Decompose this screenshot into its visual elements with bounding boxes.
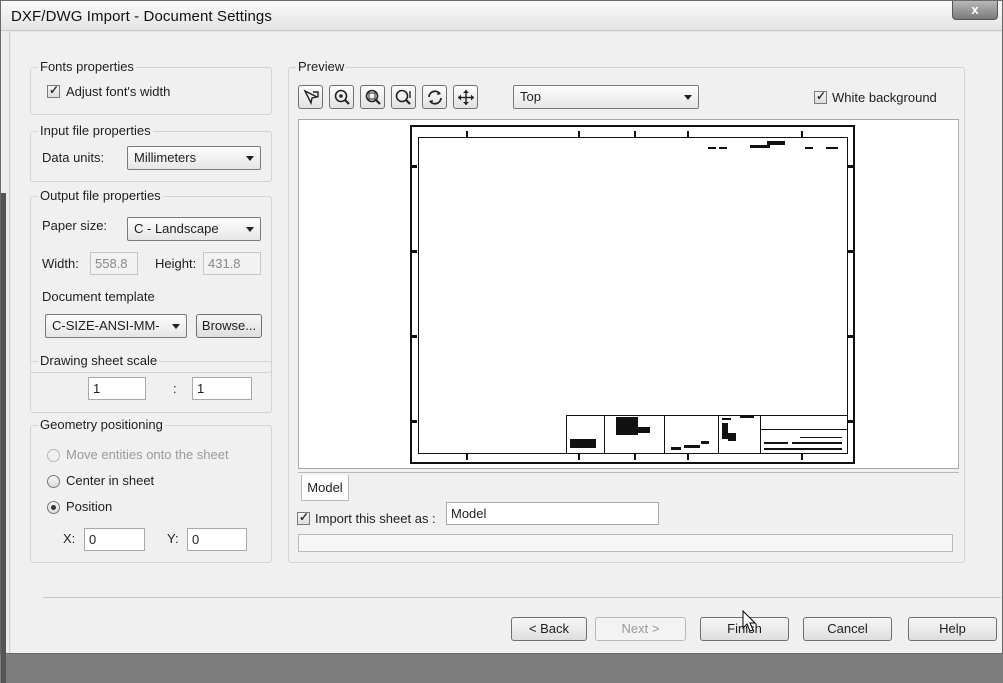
paper-size-value: C - Landscape <box>134 221 219 236</box>
geometry-group: Geometry positioning Move entities onto … <box>30 417 272 563</box>
fonts-properties-group: Fonts properties Adjust font's width <box>30 59 272 115</box>
zoom-window-icon <box>365 89 381 105</box>
select-tool-icon <box>303 89 320 106</box>
zoom-extents-button[interactable] <box>391 85 416 109</box>
input-file-group-label: Input file properties <box>38 123 153 138</box>
sheet-tabs: Model <box>298 472 959 501</box>
y-field[interactable]: 0 <box>187 528 247 551</box>
chevron-down-icon <box>246 156 254 161</box>
chevron-down-icon <box>172 324 180 329</box>
next-button[interactable]: Next > <box>595 617 686 641</box>
adjust-width-label: Adjust font's width <box>66 84 171 99</box>
white-background-label: White background <box>832 90 937 105</box>
white-background-checkbox[interactable] <box>814 89 827 104</box>
chevron-down-icon <box>684 95 692 100</box>
scale-group-label: Drawing sheet scale <box>38 353 160 368</box>
cancel-button[interactable]: Cancel <box>803 617 892 641</box>
zoom-extents-icon <box>395 89 411 105</box>
y-label: Y: <box>167 531 179 546</box>
view-select[interactable]: Top <box>513 85 699 109</box>
view-value: Top <box>520 89 541 104</box>
template-select[interactable]: C-SIZE-ANSI-MM- <box>45 314 187 338</box>
zoom-window-button[interactable] <box>360 85 385 109</box>
drawing-sheet <box>410 125 855 464</box>
window-title: DXF/DWG Import - Document Settings <box>11 8 272 25</box>
paper-size-label: Paper size: <box>42 218 108 233</box>
dialog-body: Fonts properties Adjust font's width Inp… <box>11 32 1002 653</box>
dialog-window: DXF/DWG Import - Document Settings x Fon… <box>0 0 1003 683</box>
help-button[interactable]: Help <box>908 617 997 641</box>
progress-bar <box>298 534 953 552</box>
import-sheet-checkbox[interactable] <box>297 510 310 525</box>
radio-move-entities[interactable] <box>47 449 60 462</box>
position-label: Position <box>66 499 113 514</box>
center-in-sheet-label: Center in sheet <box>66 473 155 488</box>
pan-button[interactable] <box>453 85 478 109</box>
height-label: Height: <box>155 256 197 271</box>
height-field[interactable]: 431.8 <box>203 252 261 275</box>
template-value: C-SIZE-ANSI-MM- <box>52 318 160 333</box>
adjust-width-checkbox[interactable] <box>47 83 60 98</box>
back-button[interactable]: < Back <box>511 617 587 641</box>
drawing-scale-group: Drawing sheet scale 1 : 1 <box>30 353 272 413</box>
mouse-cursor-icon <box>742 610 757 632</box>
move-entities-label: Move entities onto the sheet <box>66 447 229 462</box>
input-file-group: Input file properties Data units: Millim… <box>30 123 272 182</box>
data-units-value: Millimeters <box>134 150 197 165</box>
data-units-select[interactable]: Millimeters <box>127 146 261 170</box>
browse-button[interactable]: Browse... <box>196 314 262 338</box>
title-bar: DXF/DWG Import - Document Settings x <box>1 1 1002 31</box>
scale-right-field[interactable]: 1 <box>192 377 252 400</box>
rotate-button[interactable] <box>422 85 447 109</box>
tab-model[interactable]: Model <box>301 475 349 501</box>
x-label: X: <box>63 531 76 546</box>
close-icon: x <box>971 2 979 17</box>
select-tool-button[interactable] <box>298 85 323 109</box>
import-sheet-name-field[interactable]: Model <box>446 502 659 525</box>
close-button[interactable]: x <box>952 1 998 20</box>
fonts-group-label: Fonts properties <box>38 59 136 74</box>
drawing-border <box>418 137 848 454</box>
radio-center-in-sheet[interactable] <box>47 475 60 488</box>
width-label: Width: <box>42 256 79 271</box>
x-field[interactable]: 0 <box>84 528 145 551</box>
radio-position[interactable] <box>47 501 60 514</box>
pan-icon <box>458 90 474 105</box>
footer-separator <box>43 597 1001 598</box>
scale-left-field[interactable]: 1 <box>88 377 146 400</box>
output-file-group-label: Output file properties <box>38 188 163 203</box>
paper-size-select[interactable]: C - Landscape <box>127 217 261 241</box>
output-file-group: Output file properties Paper size: C - L… <box>30 188 272 373</box>
width-field[interactable]: 558.8 <box>90 252 138 275</box>
chevron-down-icon <box>246 227 254 232</box>
preview-group-label: Preview <box>296 59 347 74</box>
template-label: Document template <box>42 289 155 304</box>
scale-separator: : <box>173 381 177 396</box>
data-units-label: Data units: <box>42 150 105 165</box>
rotate-icon <box>428 90 442 105</box>
zoom-button[interactable] <box>329 85 354 109</box>
import-sheet-label: Import this sheet as : <box>315 511 436 526</box>
preview-canvas[interactable] <box>298 119 959 469</box>
left-border <box>1 31 10 683</box>
geometry-group-label: Geometry positioning <box>38 417 165 432</box>
zoom-icon <box>334 89 350 105</box>
